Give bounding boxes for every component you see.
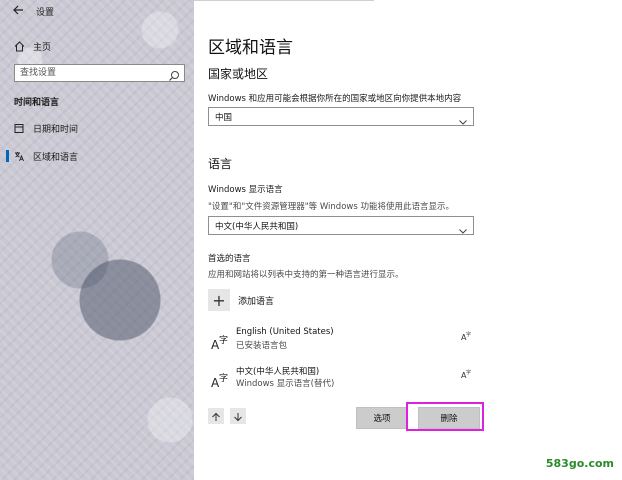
title-bar: 设置 — [0, 0, 194, 22]
sidebar-item-label: 主页 — [33, 42, 52, 53]
country-dropdown[interactable]: 中国 — [208, 107, 474, 126]
language-glyph-icon: A字 — [210, 368, 232, 390]
nav-section-title: 时间和语言 — [14, 98, 60, 108]
language-list-item[interactable]: A字 English (United States) 已安装语言包 A字 — [208, 325, 474, 361]
add-language-label: 添加语言 — [238, 296, 275, 307]
svg-text:字: 字 — [219, 372, 228, 384]
sidebar-item-region-language[interactable]: 区域和语言 — [0, 146, 194, 166]
country-selected-value: 中国 — [215, 112, 233, 123]
back-arrow-icon — [12, 4, 24, 19]
language-heading: 语言 — [208, 157, 233, 171]
search-icon[interactable] — [168, 67, 180, 81]
app-title: 设置 — [36, 7, 55, 18]
display-language-dropdown[interactable]: 中文(中华人民共和国) — [208, 216, 474, 235]
sidebar-item-date-time[interactable]: 日期和时间 — [0, 118, 194, 138]
add-language-button[interactable]: + 添加语言 — [208, 287, 274, 313]
svg-text:字: 字 — [466, 369, 471, 376]
country-description: Windows 和应用可能会根据你所在的国家或地区向你提供本地内容 — [208, 94, 462, 104]
move-up-button[interactable] — [208, 408, 224, 424]
page-title: 区域和语言 — [208, 38, 293, 58]
sidebar-item-label: 日期和时间 — [33, 124, 79, 135]
chevron-down-icon — [458, 221, 468, 234]
plus-icon: + — [208, 289, 230, 311]
move-down-button[interactable] — [230, 408, 246, 424]
display-language-label: Windows 显示语言 — [208, 185, 283, 195]
content-pane: 区域和语言 国家或地区 Windows 和应用可能会根据你所在的国家或地区向你提… — [194, 0, 622, 480]
language-feature-icon: A字 — [460, 365, 472, 380]
watermark: 583go.com — [545, 457, 614, 470]
country-heading: 国家或地区 — [208, 67, 269, 81]
navigation-pane: 设置 主页 时间和语言 日期和时间 区域和语言 — [0, 0, 194, 480]
chevron-down-icon — [458, 112, 468, 125]
display-language-description: "设置"和"文件资源管理器"等 Windows 功能将使用此语言显示。 — [208, 202, 454, 212]
language-name: English (United States) — [236, 327, 334, 337]
search-input[interactable] — [20, 66, 170, 80]
display-language-selected-value: 中文(中华人民共和国) — [215, 221, 299, 232]
search-box[interactable] — [14, 64, 185, 82]
calendar-clock-icon — [14, 119, 25, 138]
language-status: Windows 显示语言(替代) — [236, 379, 335, 389]
home-icon — [14, 37, 25, 56]
back-button[interactable] — [0, 0, 36, 22]
svg-text:字: 字 — [219, 334, 228, 346]
language-name: 中文(中华人民共和国) — [236, 367, 320, 377]
language-status: 已安装语言包 — [236, 341, 288, 351]
active-indicator — [6, 150, 9, 162]
svg-text:字: 字 — [466, 331, 471, 338]
language-glyph-icon: A字 — [210, 330, 232, 352]
language-list-item[interactable]: A字 中文(中华人民共和国) Windows 显示语言(替代) A字 — [208, 363, 474, 399]
remove-button[interactable]: 删除 — [418, 407, 480, 429]
preferred-languages-description: 应用和网站将以列表中支持的第一种语言进行显示。 — [208, 270, 404, 280]
sidebar-item-label: 区域和语言 — [33, 152, 79, 163]
arrow-down-icon — [233, 407, 243, 426]
sidebar-item-home[interactable]: 主页 — [0, 36, 194, 56]
options-button[interactable]: 选项 — [356, 407, 408, 429]
preferred-languages-label: 首选的语言 — [208, 254, 251, 264]
language-feature-icon: A字 — [460, 327, 472, 342]
arrow-up-icon — [211, 407, 221, 426]
region-language-icon — [14, 147, 25, 166]
divider — [194, 0, 374, 1]
